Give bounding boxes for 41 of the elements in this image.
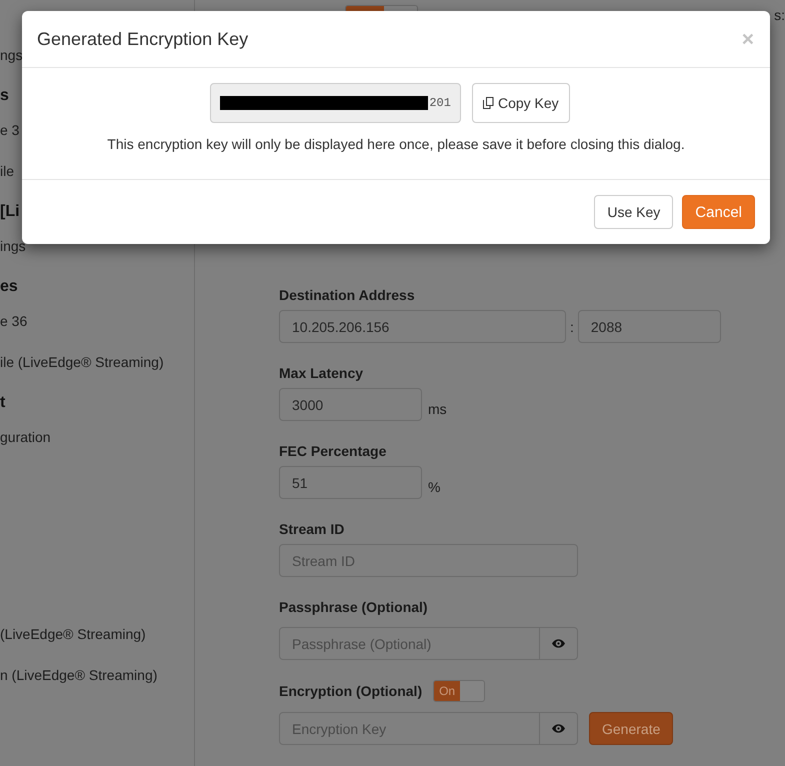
sidebar-item[interactable]: ile [0,160,14,180]
use-key-button[interactable]: Use Key [594,195,674,229]
number-input[interactable]: 51 [279,466,422,499]
sidebar-heading: t [0,392,6,412]
dialog-message: This encryption key will only be displayed here once, please save it before closing this dialog. [106,135,686,154]
sidebar-item[interactable]: e 36 [0,310,28,330]
show-key-button[interactable] [539,712,578,745]
port-input[interactable]: 2088 [578,310,721,343]
port-separator: : [570,318,574,336]
status-text: s: [774,7,785,23]
number-input[interactable]: 3000 [279,388,422,421]
sidebar-item[interactable]: ings [0,236,26,256]
sidebar-item[interactable]: ile (LiveEdge® Streaming) [0,352,164,372]
dialog-title: Generated Encryption Key [37,28,248,51]
toggle-switch[interactable] [345,5,418,11]
eye-icon [552,724,565,733]
unit-label: % [428,478,440,497]
cancel-button[interactable]: Cancel [682,195,755,229]
sidebar-item[interactable]: n (LiveEdge® Streaming) [0,664,158,684]
sidebar-item[interactable]: ngs [0,44,23,64]
sidebar-heading: es [0,276,18,296]
copy-key-button[interactable]: Copy Key [472,83,570,123]
sidebar-item[interactable]: e 3 [0,120,20,140]
sidebar-item[interactable]: guration [0,426,51,446]
generate-button[interactable]: Generate [589,712,674,745]
eye-icon [552,639,565,648]
sidebar-heading: s [0,86,9,106]
unit-label: ms [428,400,447,419]
sidebar-heading: [Li [0,202,20,222]
field-label: Max Latency [279,364,364,383]
sidebar-item[interactable]: (LiveEdge® Streaming) [0,624,146,644]
field-label: FEC Percentage [279,442,386,461]
field-label: Stream ID [279,520,344,539]
toggle-switch[interactable]: On [433,680,486,702]
field-label: Passphrase (Optional) [279,598,428,617]
copy-icon [482,97,494,109]
show-password-button[interactable] [539,627,578,660]
key-field[interactable]: 201 [210,83,461,123]
field-label: Encryption (Optional) [279,682,422,701]
host-input[interactable]: 10.205.206.156 [279,310,566,343]
field-label: Destination Address [279,286,415,305]
